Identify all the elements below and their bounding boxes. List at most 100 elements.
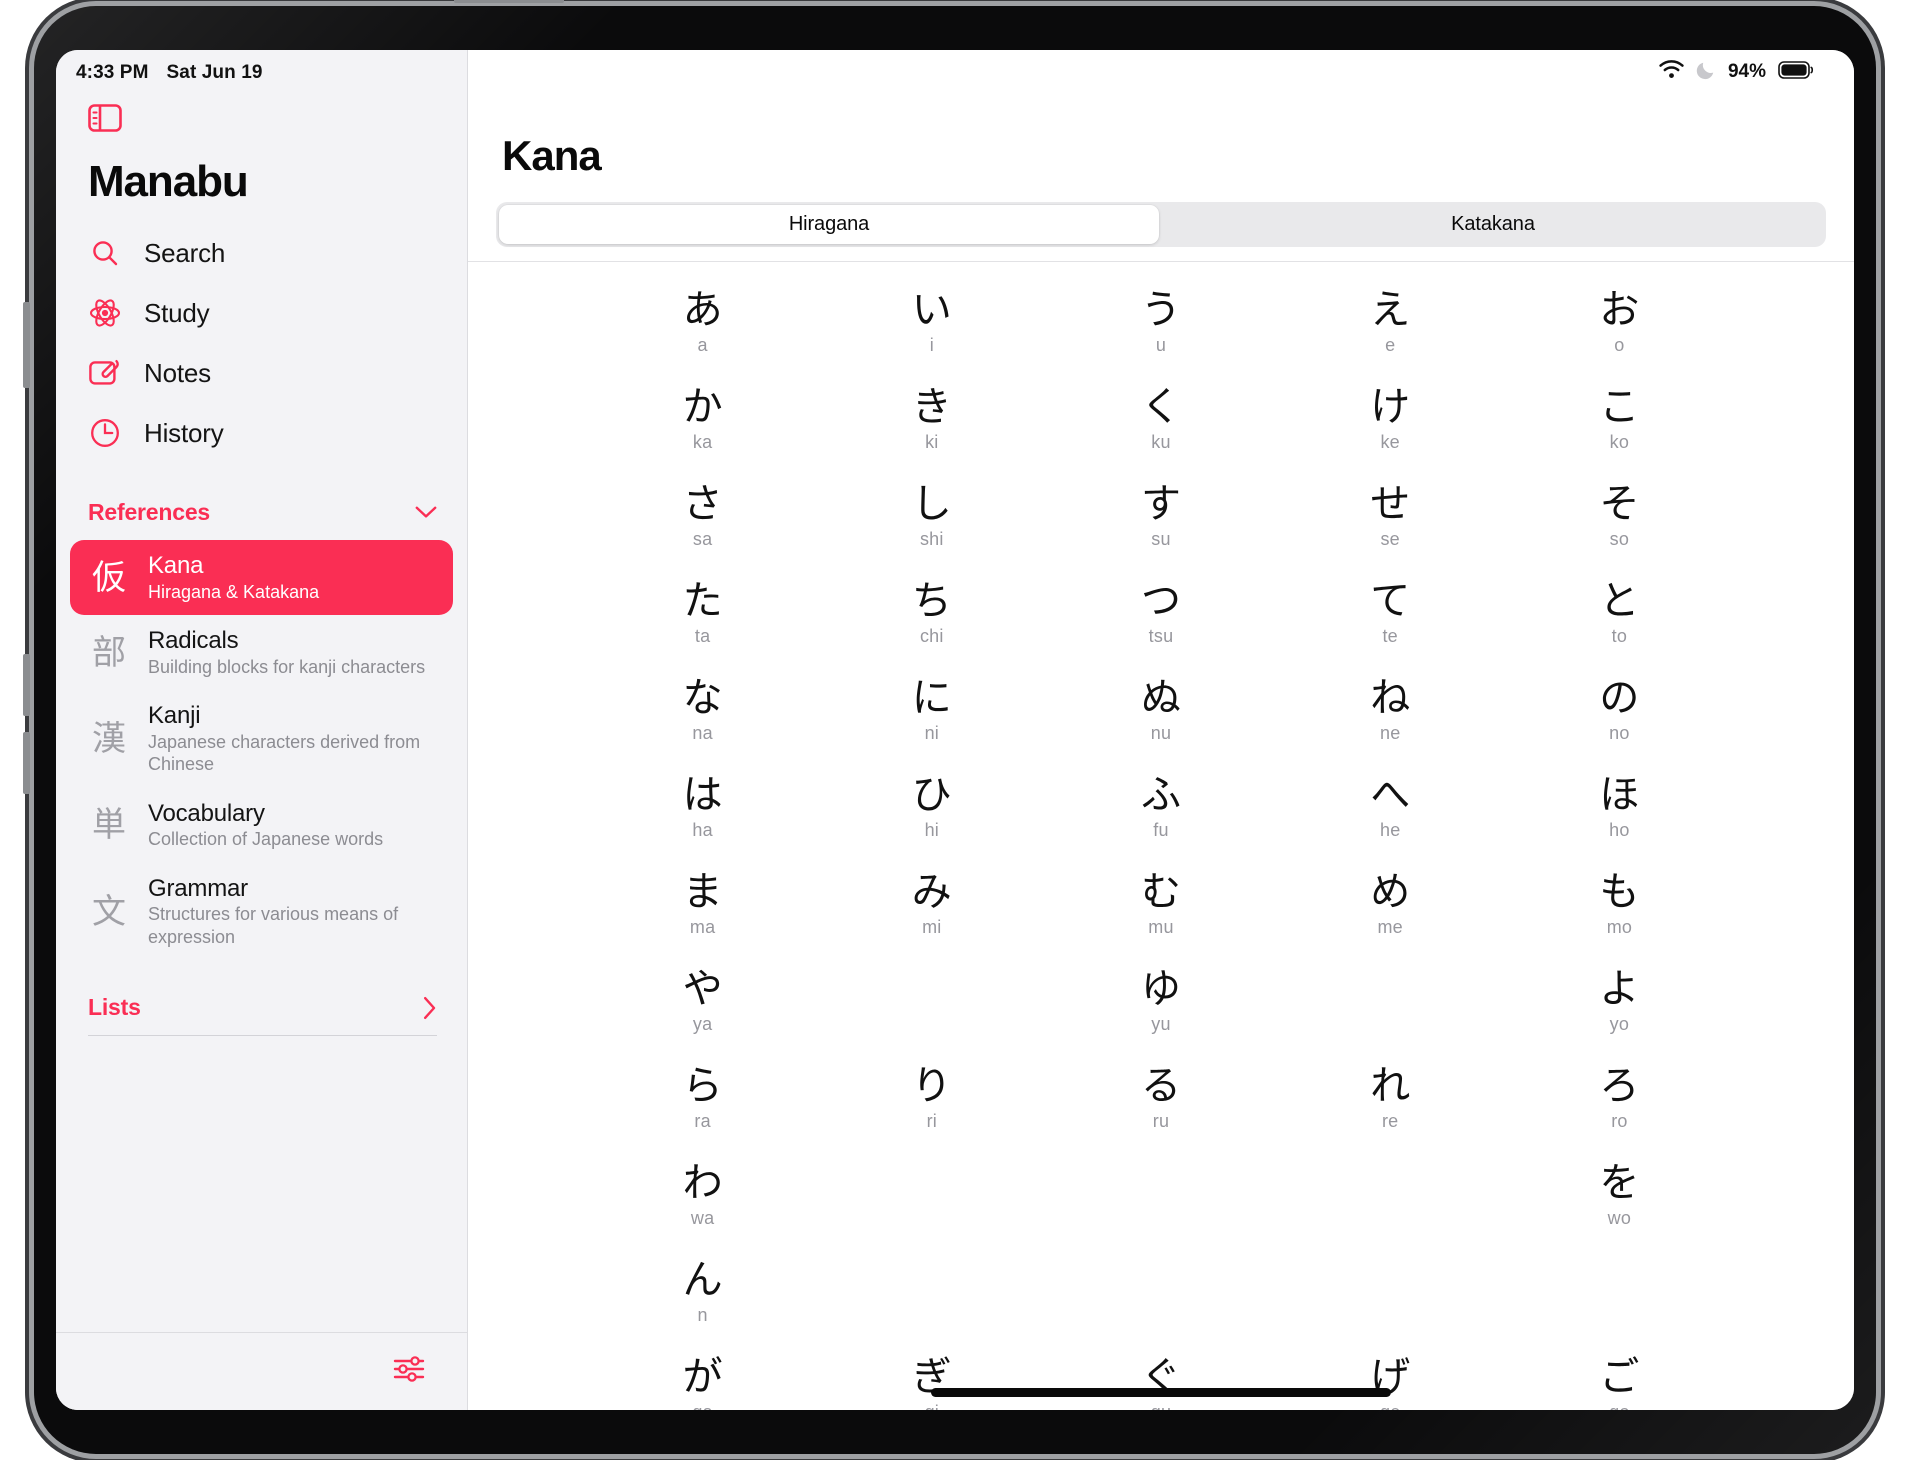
kana-cell[interactable]: る ru [1046,1064,1275,1161]
sidebar-item-label: Search [144,237,226,268]
reference-item-kana[interactable]: 仮 Kana Hiragana & Katakana [70,540,453,616]
kana-segmented-control[interactable]: Hiragana Katakana [496,202,1826,247]
reference-item-kanji[interactable]: 漢 Kanji Japanese characters derived from C… [70,690,453,788]
kana-cell-empty [1046,1161,1275,1258]
kana-grid[interactable]: あ a い i う u え e お o か ka き ki く ku け ke こ ko さ sa し shi す su せ se そ s… [468,262,1854,1410]
volume-down-button[interactable] [23,732,30,794]
kana-row: さ sa し shi す su せ se そ so [468,482,1854,579]
kana-cell[interactable]: し shi [817,482,1046,579]
kana-romaji: su [1151,528,1171,549]
kana-cell[interactable]: つ tsu [1046,579,1275,676]
device-screen: 4:33 PM Sat Jun 19 Manabu Search Study N… [56,50,1854,1410]
kana-character: よ [1599,965,1640,1012]
kana-cell[interactable]: ほ ho [1505,773,1734,870]
kana-cell[interactable]: な na [588,676,817,773]
kana-cell[interactable]: ゆ yu [1046,967,1275,1064]
reference-item-description: Hiragana & Katakana [148,581,320,602]
kana-romaji: n [697,1304,708,1325]
home-indicator[interactable] [931,1388,1391,1397]
kana-cell[interactable]: おo [1505,288,1734,385]
kana-cell[interactable]: ね ne [1276,676,1505,773]
kana-romaji: i [929,334,934,355]
kana-cell[interactable]: あa [588,288,817,385]
kana-cell[interactable]: ぐgu [1046,1355,1275,1410]
kana-cell[interactable]: うu [1046,288,1275,385]
kana-cell[interactable]: えe [1276,288,1505,385]
kana-character: ほ [1599,771,1640,818]
kana-cell[interactable]: こ ko [1505,385,1734,482]
reference-kanji-glyph: 漢 [92,718,126,759]
sidebar-item-study[interactable]: Study [56,283,467,343]
kana-row: あaいiうuえeおo [468,288,1854,385]
kana-cell[interactable]: み mi [817,870,1046,967]
kana-romaji: u [1155,334,1167,355]
kana-cell[interactable]: げge [1276,1355,1505,1410]
kana-cell[interactable]: ろ ro [1505,1064,1734,1161]
kana-cell[interactable]: か ka [588,385,817,482]
kana-cell[interactable]: ま ma [588,870,817,967]
kana-cell[interactable]: わ wa [588,1161,817,1258]
kana-romaji: ro [1611,1110,1628,1131]
sidebar-scroll-area[interactable]: 4:33 PM Sat Jun 19 Manabu Search Study N… [56,50,467,1332]
sidebar-item-history[interactable]: History [56,403,467,463]
kana-cell[interactable]: き ki [817,385,1046,482]
sliders-settings-icon[interactable] [393,1355,425,1388]
power-button[interactable] [23,302,30,388]
kana-cell[interactable]: そ so [1505,482,1734,579]
reference-item-grammar[interactable]: 文 Grammar Structures for various means of … [70,863,453,961]
kana-character: す [1140,480,1181,527]
kana-cell[interactable]: の no [1505,676,1734,773]
kana-cell[interactable]: いi [817,288,1046,385]
segment-hiragana[interactable]: Hiragana [499,205,1159,244]
kana-character: ふ [1140,771,1181,818]
chevron-down-icon[interactable] [415,506,437,519]
note-paperclip-icon [88,356,122,390]
reference-item-vocabulary[interactable]: 単 Vocabulary Collection of Japanese words [70,788,453,863]
kana-cell[interactable]: に ni [817,676,1046,773]
kana-cell[interactable]: を wo [1505,1161,1734,1258]
battery-full-icon [1778,60,1814,84]
kana-cell[interactable]: た ta [588,579,817,676]
sidebar-toggle-icon[interactable] [88,104,467,137]
kana-cell[interactable]: れ re [1276,1064,1505,1161]
kana-cell[interactable]: んn [588,1258,817,1355]
kana-cell[interactable]: ご go [1505,1355,1734,1410]
sidebar-item-notes[interactable]: Notes [56,343,467,403]
references-section-header[interactable]: References [56,463,467,534]
kana-cell[interactable]: ち chi [817,579,1046,676]
kana-cell[interactable]: は ha [588,773,817,870]
kana-cell[interactable]: く ku [1046,385,1275,482]
kana-cell[interactable]: へ he [1276,773,1505,870]
kana-cell[interactable]: す su [1046,482,1275,579]
kana-cell[interactable]: め me [1276,870,1505,967]
lists-section-header[interactable]: Lists [56,960,467,1021]
top-accessory-button[interactable] [454,0,564,3]
kana-cell[interactable]: む mu [1046,870,1275,967]
kana-cell[interactable]: て te [1276,579,1505,676]
kana-cell[interactable]: け ke [1276,385,1505,482]
kana-cell[interactable]: も mo [1505,870,1734,967]
chevron-right-icon[interactable] [423,996,437,1020]
kana-cell[interactable]: ぎgi [817,1355,1046,1410]
sidebar-item-search[interactable]: Search [56,223,467,283]
kana-cell[interactable]: ひ hi [817,773,1046,870]
kana-romaji: me [1377,916,1403,937]
kana-cell-empty [1046,1258,1275,1355]
kana-cell[interactable]: さ sa [588,482,817,579]
kana-cell[interactable]: と to [1505,579,1734,676]
kana-cell[interactable]: ぬ nu [1046,676,1275,773]
kana-cell[interactable]: が ga [588,1355,817,1410]
reference-item-radicals[interactable]: 部 Radicals Building blocks for kanji chara… [70,615,453,690]
kana-cell[interactable]: ふ fu [1046,773,1275,870]
volume-up-button[interactable] [23,654,30,716]
kana-romaji: ga [692,1402,712,1410]
kana-cell[interactable]: や ya [588,967,817,1064]
kana-cell[interactable]: せ se [1276,482,1505,579]
kana-cell[interactable]: ら ra [588,1064,817,1161]
segment-katakana[interactable]: Katakana [1163,205,1823,244]
kana-row: ま ma み mi む mu め me も mo [468,870,1854,967]
kana-cell[interactable]: り ri [817,1064,1046,1161]
kana-cell[interactable]: よ yo [1505,967,1734,1064]
reference-kanji-glyph: 単 [92,805,126,846]
kana-character: あ [682,286,723,333]
